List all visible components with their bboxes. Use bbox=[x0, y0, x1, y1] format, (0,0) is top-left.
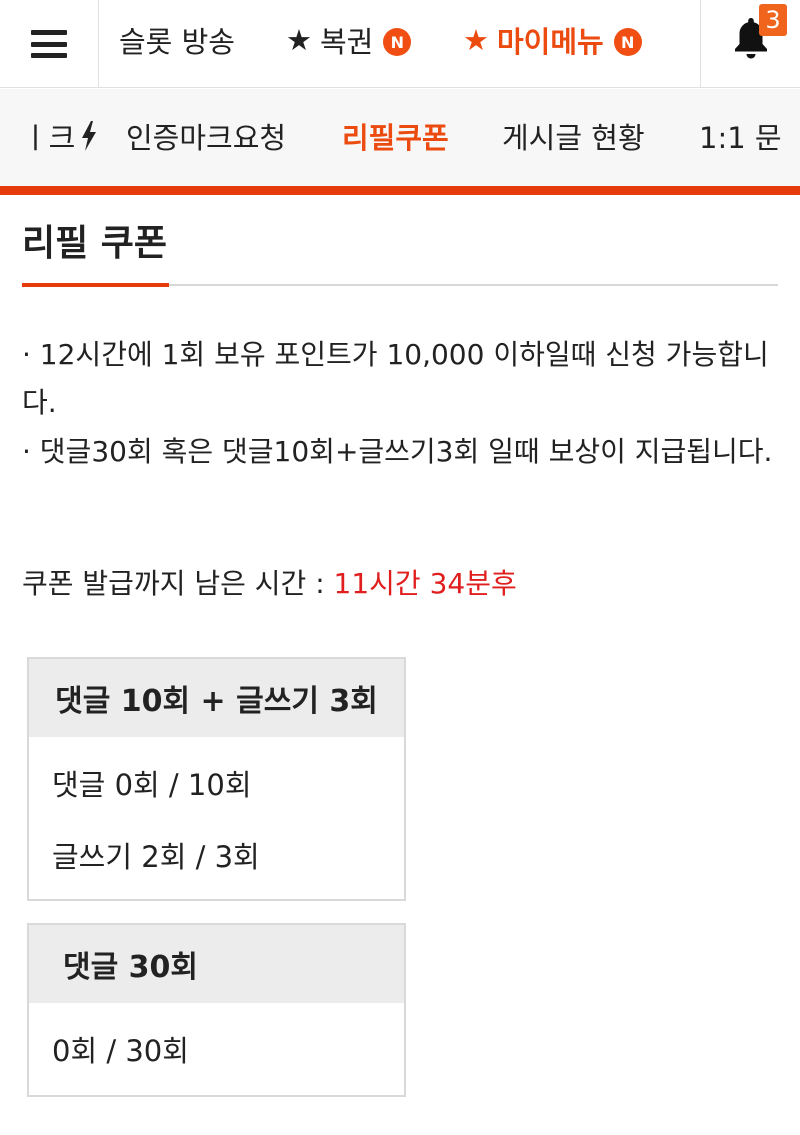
subnav-item-post-status[interactable]: 게시글 현황 bbox=[502, 116, 645, 156]
progress-box-comment-only: 댓글 30회 0회 / 30회 bbox=[27, 923, 406, 1097]
new-badge: N bbox=[383, 28, 412, 56]
sub-navigation: ㅣ크 인증마크요청 리필쿠폰 게시글 현황 1:1 문 bbox=[0, 89, 800, 187]
subnav-item-label: 게시글 현황 bbox=[502, 121, 645, 155]
nav-slot-label: 슬롯 방송 bbox=[119, 25, 235, 59]
subnav-item-inquiry[interactable]: 1:1 문 bbox=[699, 116, 782, 156]
subnav-item-label: ㅣ크 bbox=[22, 121, 76, 155]
notice-text: · 12시간에 1회 보유 포인트가 10,000 이하일때 신청 가능합니다. bbox=[22, 338, 769, 419]
progress-line: 글쓰기 2회 / 3회 bbox=[52, 840, 260, 874]
subnav-item-refill-coupon[interactable]: 리필쿠폰 bbox=[342, 116, 449, 156]
star-icon: ★ bbox=[286, 23, 312, 57]
title-accent-line bbox=[22, 283, 169, 287]
subnav-item-label: 1:1 문 bbox=[699, 121, 782, 155]
new-badge: N bbox=[613, 28, 642, 56]
progress-box-comment-post: 댓글 10회 + 글쓰기 3회 댓글 0회 / 10회 글쓰기 2회 / 3회 bbox=[27, 657, 406, 901]
subnav-item-cert-request[interactable]: 인증마크요청 bbox=[126, 116, 286, 156]
nav-lotto[interactable]: ★ 복권 N bbox=[286, 20, 412, 60]
nav-lotto-label: 복권 bbox=[320, 25, 374, 59]
subnav-item-mark[interactable]: ㅣ크 bbox=[22, 116, 97, 156]
nav-mymenu[interactable]: ★ 마이메뉴 N bbox=[463, 20, 642, 60]
progress-line: 댓글 0회 / 10회 bbox=[52, 768, 252, 802]
notification-count-badge: 3 bbox=[759, 4, 787, 36]
nav-slot-broadcast[interactable]: 슬롯 방송 bbox=[119, 20, 235, 60]
page-title: 리필 쿠폰 bbox=[22, 223, 168, 264]
coupon-timer: 쿠폰 발급까지 남은 시간 : 11시간 34분후 bbox=[22, 562, 517, 602]
notice-text: · 댓글30회 혹은 댓글10회+글쓰기3회 일때 보상이 지급됩니다. bbox=[22, 435, 773, 468]
top-bar: 슬롯 방송 ★ 복권 N ★ 마이메뉴 N 3 bbox=[0, 0, 800, 88]
star-icon: ★ bbox=[463, 23, 489, 57]
subnav-underline bbox=[0, 186, 800, 195]
hamburger-icon bbox=[31, 30, 67, 58]
notification-button[interactable]: 3 bbox=[700, 0, 800, 88]
box-title: 댓글 30회 bbox=[29, 925, 404, 1003]
menu-button[interactable] bbox=[0, 0, 99, 88]
subnav-item-label: 인증마크요청 bbox=[126, 121, 287, 155]
nav-mymenu-label: 마이메뉴 bbox=[497, 25, 604, 59]
timer-label: 쿠폰 발급까지 남은 시간 : bbox=[22, 567, 334, 600]
progress-line: 0회 / 30회 bbox=[52, 1034, 189, 1068]
box-title: 댓글 10회 + 글쓰기 3회 bbox=[29, 659, 404, 737]
subnav-item-label: 리필쿠폰 bbox=[342, 121, 449, 155]
lightning-icon bbox=[82, 121, 97, 151]
timer-value: 11시간 34분후 bbox=[333, 567, 517, 600]
